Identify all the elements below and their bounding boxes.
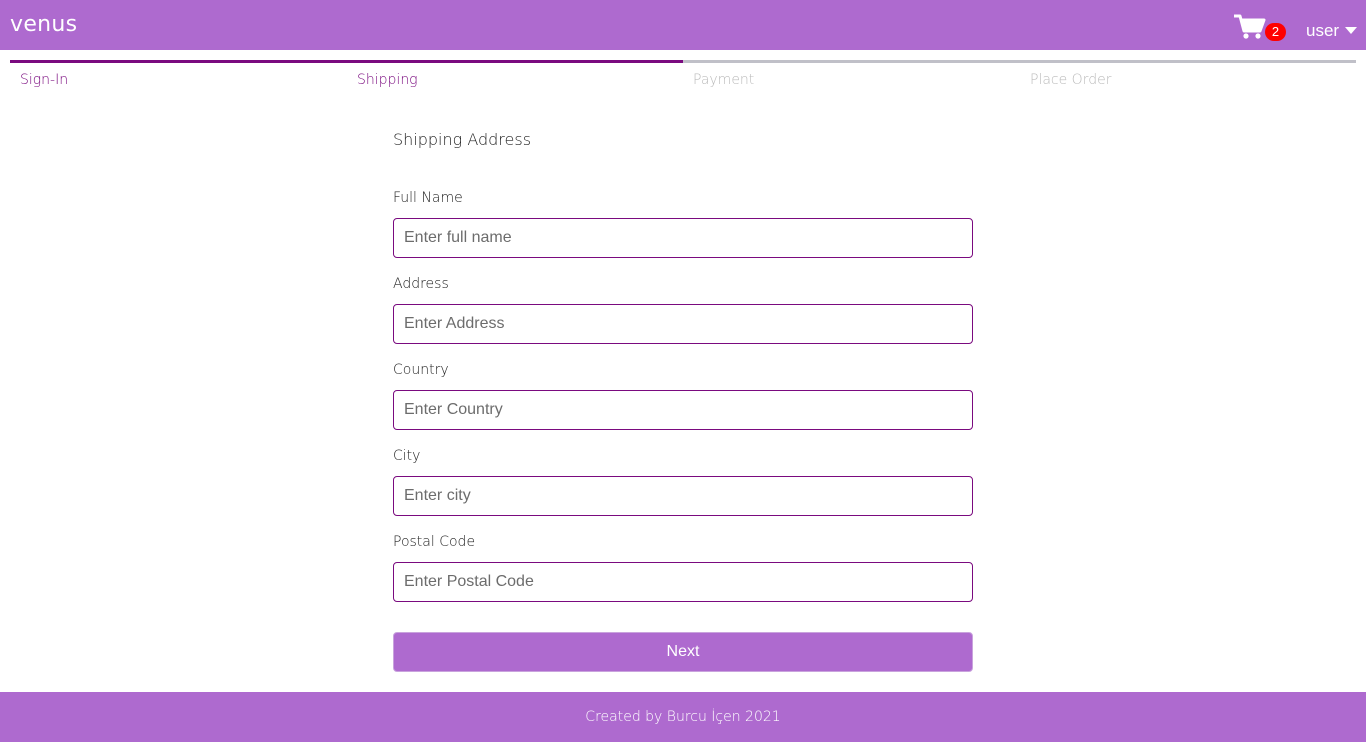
city-input[interactable] <box>393 476 973 516</box>
postal-code-input[interactable] <box>393 562 973 602</box>
footer-credit: Created by Burcu İçen 2021 <box>585 709 781 725</box>
postal-code-label: Postal Code <box>393 534 476 550</box>
form-title: Shipping Address <box>393 130 532 149</box>
footer: Created by Burcu İçen 2021 <box>0 692 1366 742</box>
country-label: Country <box>393 362 449 378</box>
checkout-step-sign-in: Sign-In <box>10 60 347 92</box>
checkout-step-label: Payment <box>693 72 755 88</box>
checkout-step-label: Shipping <box>357 72 418 88</box>
brand-logo-link[interactable]: venus <box>10 12 77 37</box>
top-navbar: venus 2 user <box>0 0 1366 50</box>
full-name-label: Full Name <box>393 190 463 206</box>
checkout-step-label: Place Order <box>1030 72 1112 88</box>
cart-link[interactable]: 2 <box>1234 12 1290 42</box>
full-name-input[interactable] <box>393 218 973 258</box>
caret-down-icon <box>1345 26 1358 34</box>
country-input[interactable] <box>393 390 973 430</box>
address-input[interactable] <box>393 304 973 344</box>
address-label: Address <box>393 276 449 292</box>
checkout-step-place-order: Place Order <box>1020 60 1356 92</box>
user-menu-toggle[interactable]: user <box>1306 20 1358 42</box>
next-button[interactable]: Next <box>393 632 973 672</box>
city-label: City <box>393 448 421 464</box>
checkout-step-label: Sign-In <box>20 72 69 88</box>
cart-count-badge: 2 <box>1265 23 1286 41</box>
shopping-cart-icon <box>1234 14 1266 39</box>
checkout-step-payment: Payment <box>683 60 1020 92</box>
checkout-steps: Sign-In Shipping Payment Place Order <box>10 60 1356 92</box>
user-menu-label: user <box>1306 21 1340 40</box>
checkout-step-shipping: Shipping <box>347 60 683 92</box>
